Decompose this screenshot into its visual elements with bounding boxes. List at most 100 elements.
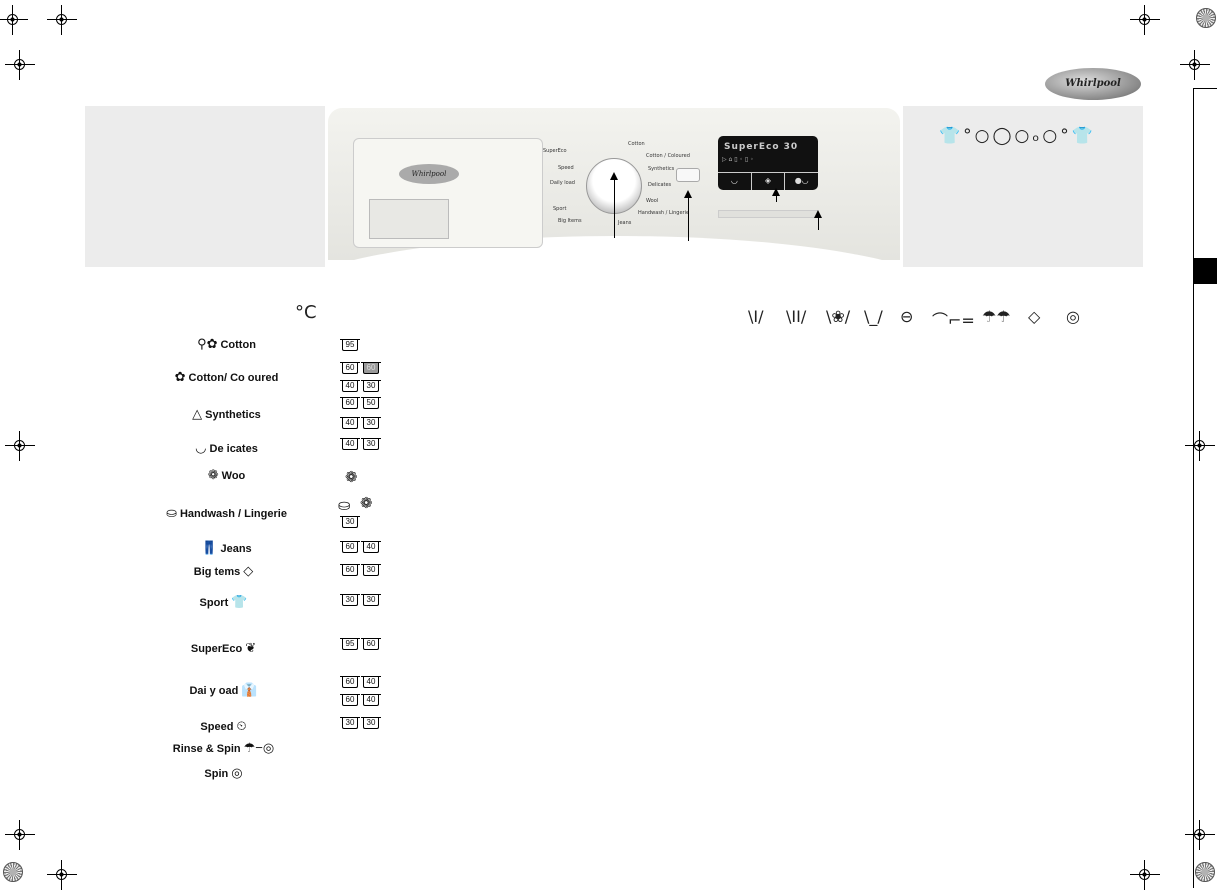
handwash-tub-icon: ⛀ — [338, 496, 351, 514]
function-buttons[interactable] — [718, 210, 818, 218]
registration-mark — [1180, 50, 1210, 80]
registration-mark — [5, 50, 35, 80]
option-button[interactable] — [676, 168, 700, 182]
arrow-icon — [684, 190, 692, 241]
delicates-icon: ◡ — [195, 440, 207, 455]
temperature-row: 95 60 — [340, 638, 381, 650]
dial-label: Daily load — [550, 180, 575, 186]
registration-mark — [5, 431, 35, 461]
jeans-icon: 👖 — [201, 540, 218, 555]
right-info-box: 👕°○◯○ₒ○°👕 — [903, 106, 1143, 267]
program-name: Cotton — [220, 339, 256, 351]
synthetics-icon: △ — [192, 406, 203, 421]
program-name: Jeans — [220, 543, 252, 555]
sport-icon: 👕 — [231, 594, 248, 609]
registration-mark — [1130, 860, 1160, 890]
dial-label: Wool — [646, 198, 659, 204]
temperature-row: 60 30 — [340, 564, 381, 576]
wash-temperature-icon: 30 — [361, 380, 381, 392]
daily-load-icon: 👔 — [241, 682, 258, 697]
wash-temperature-icon: 60 — [340, 564, 360, 576]
wash-temperature-icon: 30 — [340, 516, 360, 528]
registration-mark — [0, 5, 28, 35]
dial-label: Cotton — [628, 141, 645, 147]
program-name: SuperEco — [190, 643, 243, 655]
detergent-drawer: Whirlpool — [353, 138, 543, 248]
program-name: Handwash / Lingerie — [179, 508, 287, 520]
wash-temperature-icon: 60 — [340, 541, 360, 553]
coloured-icon: ✿ — [174, 369, 186, 384]
wash-temperature-icon: 60 — [361, 362, 381, 374]
supereco-icon: ❦ — [245, 640, 257, 655]
rinse-hold-icon: ◈ — [752, 173, 786, 190]
wool-icon: ❁ — [207, 467, 219, 482]
dial-label: Speed — [558, 165, 574, 171]
temperature-row: 60 50 — [340, 397, 381, 409]
dial-label: Handwash / Lingerie — [638, 210, 690, 216]
display-text: SuperEco 30 — [724, 142, 799, 152]
program-row: Sport 👕 — [135, 594, 315, 609]
program-name: De icates — [209, 443, 258, 455]
energy-icon: ⊖ — [900, 307, 914, 326]
temperature-unit: °C — [295, 302, 317, 323]
wash-temperature-icon: 40 — [361, 694, 381, 706]
wash-temperature-icon: 50 — [361, 397, 381, 409]
temperature-row: 60 60 — [340, 362, 381, 374]
spin-icon: ◎ — [1066, 307, 1080, 326]
wash-temperature-icon: 30 — [361, 438, 381, 450]
wash-temperature-icon: 60 — [361, 638, 381, 650]
dial-label: Delicates — [648, 182, 672, 188]
program-row: ◡ De icates — [135, 440, 315, 455]
rinse-spin-icon: ☂−◎ — [243, 740, 275, 755]
section-tab — [1194, 258, 1217, 284]
program-row: Dai y oad 👔 — [135, 682, 315, 697]
display-status-row: ▷ ⌂ ▯ ◦ ▯ ◦ — [722, 156, 754, 163]
program-name: Spin — [204, 768, 229, 780]
program-row: 👖 Jeans — [135, 540, 315, 555]
wash-temperature-icon: 30 — [340, 594, 360, 606]
dial-label: Cotton / Coloured — [646, 153, 690, 159]
wash-temperature-icon: 30 — [361, 417, 381, 429]
program-row: Rinse & Spin ☂−◎ — [135, 740, 315, 755]
program-name: Dai y oad — [189, 685, 239, 697]
wash-icon: \_/ — [864, 307, 883, 326]
program-row: ❁ Woo — [135, 467, 315, 482]
dial-label: Big Items — [558, 218, 582, 224]
registration-mark — [5, 820, 35, 850]
wash-temperature-icon: 40 — [340, 438, 360, 450]
program-name: Big tems — [193, 566, 241, 578]
wash-temperature-icon: 60 — [340, 694, 360, 706]
registration-mark — [1185, 431, 1215, 461]
dial-label: Sport — [553, 206, 567, 212]
registration-mark — [47, 860, 77, 890]
margin-line — [1193, 88, 1194, 888]
program-name: Rinse & Spin — [172, 743, 241, 755]
arrow-icon — [772, 188, 780, 202]
temperature-row: 95 — [340, 339, 360, 351]
temperature-row: 40 30 — [340, 417, 381, 429]
program-name: Woo — [221, 470, 246, 482]
rinse-icon: ☂☂ — [982, 307, 1011, 326]
wool-symbol-icon: ❁ — [345, 468, 358, 486]
dial-label: Jeans — [618, 220, 632, 226]
color-rosette-icon — [1195, 862, 1215, 882]
speed-icon: ⏲ — [236, 718, 247, 733]
program-name: Cotton/ Co oured — [188, 372, 279, 384]
temperature-row: 60 40 — [340, 676, 381, 688]
temperature-row: 40 30 — [340, 380, 381, 392]
program-row: △ Synthetics — [135, 406, 315, 421]
registration-mark — [1130, 5, 1160, 35]
temperature-row: 40 30 — [340, 438, 381, 450]
stain-icon: ●◡ — [794, 176, 809, 185]
main-wash-icon: \II/ — [786, 307, 807, 326]
margin-line — [1193, 88, 1217, 89]
wash-temperature-icon: 40 — [340, 380, 360, 392]
temperature-row: 60 40 — [340, 694, 381, 706]
prewash-icon: \I/ — [748, 307, 764, 326]
lcd-display: SuperEco 30 ▷ ⌂ ▯ ◦ ▯ ◦ ◡ ◈ ●◡ — [718, 136, 818, 190]
handwash-icon: ⛀ — [166, 505, 177, 520]
wash-temperature-icon: 30 — [340, 717, 360, 729]
softener-icon: \❀/ — [826, 307, 851, 326]
color-rosette-icon — [3, 862, 23, 882]
temperature-row: 30 30 — [340, 594, 381, 606]
